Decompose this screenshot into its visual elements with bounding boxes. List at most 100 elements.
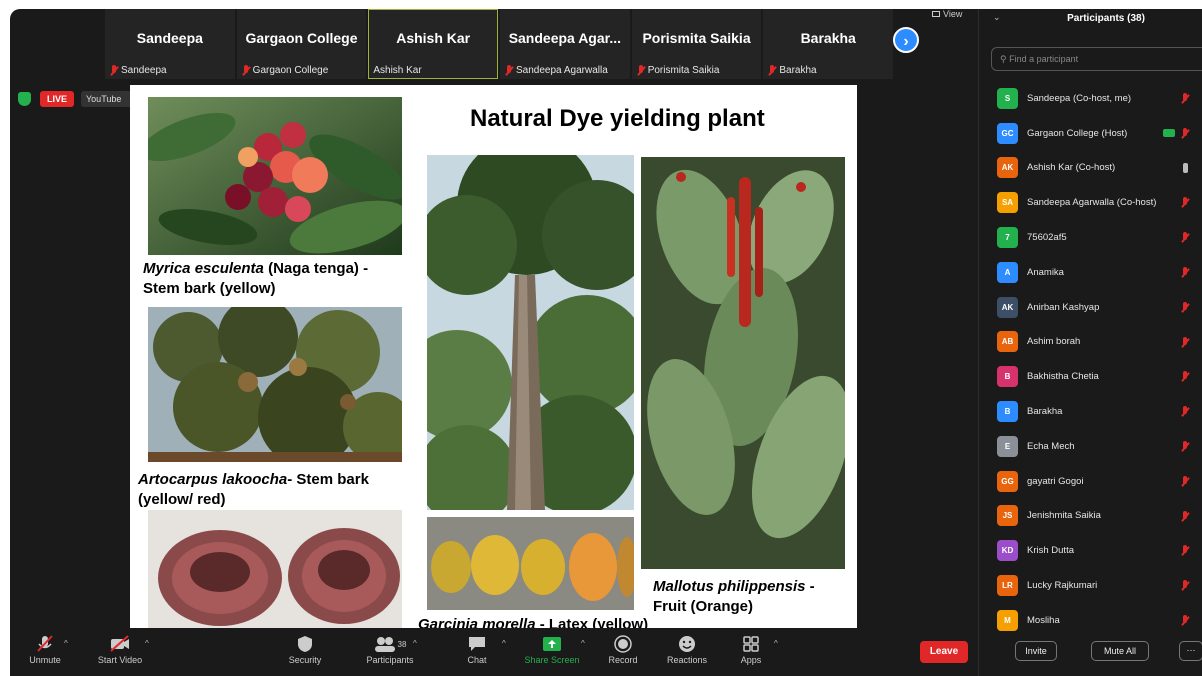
artocarpus-detail: - Stem bark [287, 471, 369, 488]
participant-row[interactable]: A Anamika [979, 255, 1202, 290]
grid-icon [932, 11, 940, 17]
video-camera-icon [1163, 128, 1175, 137]
video-tile-gargaon-college[interactable]: Gargaon College Gargaon College [236, 9, 367, 79]
avatar: B [997, 401, 1018, 423]
mallotus-detail: - [805, 578, 815, 595]
avatar: GG [997, 470, 1018, 492]
participant-name: Anirban Kashyap [1027, 301, 1100, 313]
participant-name: Barakha [1027, 406, 1063, 418]
live-badge[interactable]: LIVE [40, 91, 74, 107]
tile-label: Sandeepa [110, 65, 167, 76]
avatar: GC [997, 122, 1018, 144]
chat-button[interactable]: ^ Chat [442, 633, 512, 673]
participant-row[interactable]: 7 75602af5 [979, 220, 1202, 255]
tile-label: Barakha [768, 65, 817, 76]
meeting-toolbar: ^ Unmute ^ Start Video Security 38 ^ Part… [10, 629, 978, 676]
invite-button[interactable]: Invite [1015, 641, 1057, 661]
avatar: A [997, 261, 1018, 283]
tile-label-text: Barakha [779, 65, 817, 76]
myrica-caption: Myrica esculenta (Naga tenga) - Stem bar… [143, 259, 433, 299]
mic-muted-icon [1181, 545, 1189, 556]
more-options-button[interactable]: ··· [1179, 641, 1202, 661]
next-page-button[interactable]: › [893, 27, 919, 53]
participant-name: Ashish Kar (Co-host) [1027, 162, 1116, 174]
view-button[interactable]: View [932, 9, 962, 19]
share-screen-button[interactable]: ^ Share Screen [517, 633, 587, 673]
security-button[interactable]: Security [270, 633, 340, 673]
participant-row[interactable]: S Sandeepa (Co-host, me) [979, 81, 1202, 116]
myrica-species-name: Myrica esculenta [143, 260, 264, 277]
video-tile-ashish-kar[interactable]: Ashish Kar Ashish Kar [368, 9, 499, 79]
microphone-muted-icon [37, 635, 53, 652]
search-placeholder: Find a participant [1009, 54, 1079, 64]
garcinia-fruits-image [427, 517, 634, 610]
participant-name: Echa Mech [1027, 440, 1075, 452]
participants-button[interactable]: 38 ^ Participants [355, 633, 425, 673]
avatar: LR [997, 575, 1018, 597]
chevron-up-icon[interactable]: ^ [774, 639, 778, 648]
participant-row[interactable]: B Barakha [979, 394, 1202, 429]
video-tile-sandeepa-agarwalla[interactable]: Sandeepa Agar... Sandeepa Agarwalla [500, 9, 630, 79]
tile-label-text: Sandeepa Agarwalla [516, 65, 608, 76]
apps-button[interactable]: ^ Apps [716, 633, 786, 673]
chevron-up-icon[interactable]: ^ [502, 639, 506, 648]
video-tile-sandeepa[interactable]: Sandeepa Sandeepa [105, 9, 235, 79]
mic-muted-icon [1181, 127, 1189, 139]
record-button[interactable]: Record [588, 633, 658, 673]
participant-name: Lucky Rajkumari [1027, 580, 1098, 592]
apps-label: Apps [740, 655, 762, 665]
record-label: Record [608, 655, 638, 665]
participant-name: Mosliha [1027, 614, 1060, 626]
tile-name: Barakha [800, 30, 856, 46]
participant-row[interactable]: GC Gargaon College (Host) [979, 116, 1202, 151]
chevron-up-icon[interactable]: ^ [413, 639, 417, 648]
participant-row[interactable]: E Echa Mech [979, 429, 1202, 464]
chat-label: Chat [467, 655, 487, 665]
view-label: View [943, 9, 963, 19]
find-participant-input[interactable]: ⚲ Find a participant [991, 47, 1202, 71]
chevron-up-icon[interactable]: ^ [64, 639, 68, 648]
artocarpus-line2: (yellow/ red) [138, 491, 226, 508]
tile-name: Gargaon College [245, 30, 358, 46]
mic-muted-icon [1181, 232, 1189, 243]
leave-button[interactable]: Leave [920, 641, 968, 663]
video-tile-porismita-saikia[interactable]: Porismita Saikia Porismita Saikia [631, 9, 762, 79]
participant-row[interactable]: AB Ashim borah [979, 325, 1202, 360]
participant-row[interactable]: AK Anirban Kashyap [979, 290, 1202, 325]
mic-muted-icon [637, 65, 645, 76]
tile-label: Sandeepa Agarwalla [505, 65, 608, 76]
mallotus-species-name: Mallotus philippensis [653, 578, 806, 595]
start-video-button[interactable]: ^ Start Video [85, 633, 155, 673]
tile-label-text: Gargaon College [252, 65, 329, 76]
avatar: M [997, 609, 1018, 631]
participant-name: Sandeepa Agarwalla (Co-host) [1027, 197, 1157, 209]
chevron-up-icon[interactable]: ^ [581, 639, 585, 648]
participant-row[interactable]: AK Ashish Kar (Co-host) [979, 151, 1202, 186]
participant-row[interactable]: JS Jenishmita Saikia [979, 499, 1202, 534]
participants-count: 38 [397, 639, 407, 649]
participant-name: Jenishmita Saikia [1027, 510, 1101, 522]
mic-muted-icon [1181, 266, 1189, 278]
reactions-button[interactable]: Reactions [652, 633, 722, 673]
shared-screen-slide: Myrica esculenta (Naga tenga) - Stem bar… [130, 85, 857, 628]
participant-list: S Sandeepa (Co-host, me) GC Gargaon College… [979, 81, 1202, 638]
mic-muted-icon [1181, 197, 1189, 208]
participant-row[interactable]: KD Krish Dutta [979, 533, 1202, 568]
participant-name: Krish Dutta [1027, 545, 1074, 557]
participant-row[interactable]: SA Sandeepa Agarwalla (Co-host) [979, 185, 1202, 220]
mute-all-button[interactable]: Mute All [1091, 641, 1149, 661]
participant-row[interactable]: GG gayatri Gogoi [979, 464, 1202, 499]
artocarpus-caption: Artocarpus lakoocha- Stem bark (yellow/ … [138, 470, 428, 510]
participant-row[interactable]: B Bakhistha Chetia [979, 359, 1202, 394]
artocarpus-tree-image [148, 307, 402, 462]
security-label: Security [288, 655, 322, 665]
participant-name: gayatri Gogoi [1027, 475, 1084, 487]
video-tile-barakha[interactable]: Barakha Barakha [763, 9, 894, 79]
participant-row[interactable]: LR Lucky Rajkumari [979, 568, 1202, 603]
mic-muted-icon [1181, 475, 1189, 487]
chevron-up-icon[interactable]: ^ [145, 639, 149, 648]
participant-row[interactable]: M Mosliha [979, 603, 1202, 638]
encryption-shield-icon[interactable] [18, 92, 31, 106]
unmute-button[interactable]: ^ Unmute [10, 633, 80, 673]
tile-name: Sandeepa Agar... [508, 30, 621, 46]
